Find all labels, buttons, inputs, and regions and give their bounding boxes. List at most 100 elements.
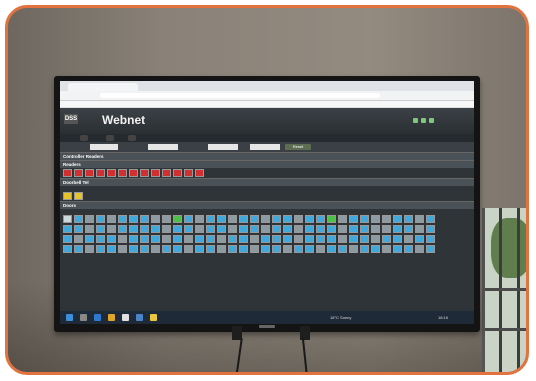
door-status-tile[interactable]	[118, 215, 127, 223]
door-status-tile[interactable]	[107, 235, 116, 243]
door-status-tile[interactable]	[327, 215, 336, 223]
door-status-tile[interactable]	[74, 245, 83, 253]
address-bar[interactable]	[100, 93, 380, 98]
door-status-tile[interactable]	[382, 235, 391, 243]
door-status-tile[interactable]	[217, 225, 226, 233]
door-status-tile[interactable]	[349, 225, 358, 233]
door-status-tile[interactable]	[118, 245, 127, 253]
mail-icon[interactable]	[136, 314, 143, 321]
browser-tab[interactable]	[68, 83, 138, 91]
door-status-tile[interactable]	[151, 235, 160, 243]
door-status-tile[interactable]	[426, 235, 435, 243]
door-status-tile[interactable]	[327, 245, 336, 253]
reader-status-tile[interactable]	[140, 169, 149, 177]
door-status-tile[interactable]	[360, 245, 369, 253]
doorbell-status-tile[interactable]	[63, 192, 72, 200]
door-status-tile[interactable]	[151, 215, 160, 223]
door-status-tile[interactable]	[129, 235, 138, 243]
door-status-tile[interactable]	[140, 235, 149, 243]
door-status-tile[interactable]	[107, 245, 116, 253]
reader-status-tile[interactable]	[162, 169, 171, 177]
door-status-tile[interactable]	[162, 225, 171, 233]
door-status-tile[interactable]	[382, 245, 391, 253]
door-status-tile[interactable]	[305, 245, 314, 253]
door-status-tile[interactable]	[283, 225, 292, 233]
reader-status-tile[interactable]	[118, 169, 127, 177]
door-status-tile[interactable]	[239, 245, 248, 253]
reader-status-tile[interactable]	[151, 169, 160, 177]
store-icon[interactable]	[122, 314, 129, 321]
door-status-tile[interactable]	[261, 245, 270, 253]
door-status-tile[interactable]	[382, 225, 391, 233]
start-icon[interactable]	[66, 314, 73, 321]
door-status-tile[interactable]	[393, 225, 402, 233]
door-status-tile[interactable]	[85, 245, 94, 253]
door-status-tile[interactable]	[426, 245, 435, 253]
folder-icon[interactable]	[108, 314, 115, 321]
door-status-tile[interactable]	[206, 225, 215, 233]
filter-input[interactable]	[208, 144, 238, 150]
door-status-tile[interactable]	[272, 225, 281, 233]
reset-button[interactable]: Reset	[285, 144, 311, 150]
door-status-tile[interactable]	[184, 245, 193, 253]
door-status-tile[interactable]	[63, 245, 72, 253]
door-status-tile[interactable]	[371, 215, 380, 223]
door-status-tile[interactable]	[294, 225, 303, 233]
filter-input[interactable]	[148, 144, 178, 150]
door-status-tile[interactable]	[250, 245, 259, 253]
door-status-tile[interactable]	[349, 245, 358, 253]
door-status-tile[interactable]	[349, 215, 358, 223]
door-status-tile[interactable]	[195, 215, 204, 223]
doorbell-status-tile[interactable]	[74, 192, 83, 200]
door-status-tile[interactable]	[217, 245, 226, 253]
filter-input[interactable]	[250, 144, 280, 150]
door-status-tile[interactable]	[173, 235, 182, 243]
door-status-tile[interactable]	[195, 225, 204, 233]
door-status-tile[interactable]	[96, 235, 105, 243]
door-status-tile[interactable]	[184, 235, 193, 243]
door-status-tile[interactable]	[74, 215, 83, 223]
door-status-tile[interactable]	[96, 225, 105, 233]
door-status-tile[interactable]	[184, 225, 193, 233]
door-status-tile[interactable]	[327, 225, 336, 233]
reader-status-tile[interactable]	[129, 169, 138, 177]
door-status-tile[interactable]	[393, 215, 402, 223]
door-status-tile[interactable]	[195, 245, 204, 253]
door-status-tile[interactable]	[360, 235, 369, 243]
door-status-tile[interactable]	[261, 235, 270, 243]
door-status-tile[interactable]	[63, 215, 72, 223]
door-status-tile[interactable]	[206, 235, 215, 243]
reader-status-tile[interactable]	[63, 169, 72, 177]
door-status-tile[interactable]	[338, 235, 347, 243]
door-status-tile[interactable]	[283, 215, 292, 223]
door-status-tile[interactable]	[228, 245, 237, 253]
door-status-tile[interactable]	[129, 225, 138, 233]
app-icon[interactable]	[150, 314, 157, 321]
door-status-tile[interactable]	[129, 215, 138, 223]
door-status-tile[interactable]	[261, 215, 270, 223]
door-status-tile[interactable]	[261, 225, 270, 233]
door-status-tile[interactable]	[415, 225, 424, 233]
door-status-tile[interactable]	[239, 225, 248, 233]
door-status-tile[interactable]	[151, 225, 160, 233]
door-status-tile[interactable]	[85, 225, 94, 233]
door-status-tile[interactable]	[294, 215, 303, 223]
edge-icon[interactable]	[94, 314, 101, 321]
door-status-tile[interactable]	[360, 225, 369, 233]
door-status-tile[interactable]	[371, 225, 380, 233]
door-status-tile[interactable]	[140, 225, 149, 233]
door-status-tile[interactable]	[140, 215, 149, 223]
door-status-tile[interactable]	[85, 235, 94, 243]
door-status-tile[interactable]	[206, 245, 215, 253]
door-status-tile[interactable]	[162, 215, 171, 223]
door-status-tile[interactable]	[173, 225, 182, 233]
door-status-tile[interactable]	[327, 235, 336, 243]
door-status-tile[interactable]	[305, 225, 314, 233]
door-status-tile[interactable]	[305, 235, 314, 243]
door-status-tile[interactable]	[206, 215, 215, 223]
door-status-tile[interactable]	[316, 225, 325, 233]
app-tab[interactable]	[128, 135, 136, 141]
door-status-tile[interactable]	[305, 215, 314, 223]
door-status-tile[interactable]	[118, 225, 127, 233]
door-status-tile[interactable]	[272, 215, 281, 223]
